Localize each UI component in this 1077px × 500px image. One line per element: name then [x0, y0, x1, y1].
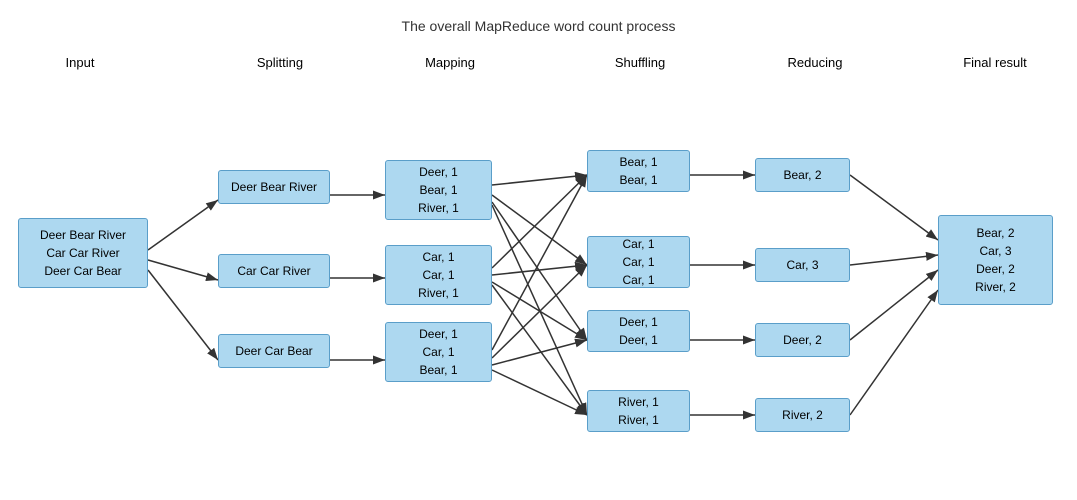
- page-title: The overall MapReduce word count process: [0, 0, 1077, 34]
- box-final: Bear, 2 Car, 3 Deer, 2 River, 2: [938, 215, 1053, 305]
- box-split2: Car Car River: [218, 254, 330, 288]
- label-splitting: Splitting: [210, 55, 350, 70]
- label-final: Final result: [940, 55, 1050, 70]
- box-shuf2: Car, 1 Car, 1 Car, 1: [587, 236, 690, 288]
- box-map1: Deer, 1 Bear, 1 River, 1: [385, 160, 492, 220]
- label-reducing: Reducing: [760, 55, 870, 70]
- box-red2: Car, 3: [755, 248, 850, 282]
- box-red4: River, 2: [755, 398, 850, 432]
- label-shuffling: Shuffling: [580, 55, 700, 70]
- box-input: Deer Bear River Car Car River Deer Car B…: [18, 218, 148, 288]
- box-map2: Car, 1 Car, 1 River, 1: [385, 245, 492, 305]
- box-red3: Deer, 2: [755, 323, 850, 357]
- box-map3: Deer, 1 Car, 1 Bear, 1: [385, 322, 492, 382]
- box-shuf1: Bear, 1 Bear, 1: [587, 150, 690, 192]
- label-mapping: Mapping: [390, 55, 510, 70]
- box-shuf3: Deer, 1 Deer, 1: [587, 310, 690, 352]
- box-shuf4: River, 1 River, 1: [587, 390, 690, 432]
- box-split3: Deer Car Bear: [218, 334, 330, 368]
- box-split1: Deer Bear River: [218, 170, 330, 204]
- label-input: Input: [30, 55, 130, 70]
- box-red1: Bear, 2: [755, 158, 850, 192]
